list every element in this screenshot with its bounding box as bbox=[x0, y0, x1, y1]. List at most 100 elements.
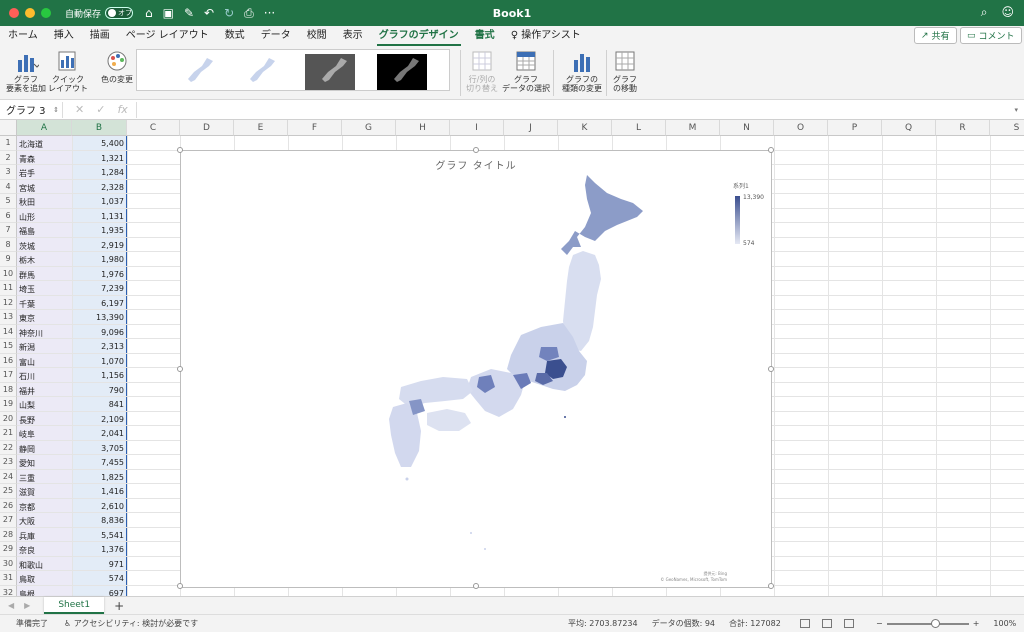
chart-style-3[interactable] bbox=[305, 54, 355, 90]
autosave-toggle[interactable]: オフ bbox=[105, 7, 134, 19]
cell-value[interactable]: 1,935 bbox=[73, 226, 124, 235]
row-header[interactable]: 16 bbox=[0, 353, 17, 368]
row-header[interactable]: 24 bbox=[0, 469, 17, 484]
column-header-p[interactable]: P bbox=[828, 120, 882, 136]
cell-prefecture[interactable]: 京都 bbox=[19, 502, 35, 513]
cell-prefecture[interactable]: 奈良 bbox=[19, 545, 35, 556]
select-data-button[interactable]: グラフ データの選択 bbox=[502, 50, 550, 93]
cell-prefecture[interactable]: 秋田 bbox=[19, 197, 35, 208]
sheet-tab-sheet1[interactable]: Sheet1 bbox=[44, 597, 105, 614]
chart-style-1[interactable] bbox=[171, 54, 221, 90]
row-header[interactable]: 30 bbox=[0, 556, 17, 571]
cell-value[interactable]: 1,980 bbox=[73, 255, 124, 264]
previous-sheet-icon[interactable]: ◀ bbox=[8, 601, 14, 610]
cell-value[interactable]: 3,705 bbox=[73, 444, 124, 453]
cell-prefecture[interactable]: 長野 bbox=[19, 415, 35, 426]
cell-prefecture[interactable]: 富山 bbox=[19, 357, 35, 368]
cell-prefecture[interactable]: 岩手 bbox=[19, 168, 35, 179]
cell-prefecture[interactable]: 北海道 bbox=[19, 139, 43, 150]
more-icon[interactable]: ··· bbox=[264, 6, 275, 21]
cell-value[interactable]: 8,836 bbox=[73, 516, 124, 525]
cell-prefecture[interactable]: 島根 bbox=[19, 589, 35, 597]
cell-value[interactable]: 1,070 bbox=[73, 357, 124, 366]
column-header-q[interactable]: Q bbox=[882, 120, 936, 136]
autosave-control[interactable]: 自動保存 オフ bbox=[65, 7, 134, 20]
row-header[interactable]: 19 bbox=[0, 397, 17, 412]
column-header-j[interactable]: J bbox=[504, 120, 558, 136]
cell-prefecture[interactable]: 静岡 bbox=[19, 444, 35, 455]
print-icon[interactable]: ⎙ bbox=[244, 6, 254, 21]
cell-value[interactable]: 1,131 bbox=[73, 212, 124, 221]
tab-chart-design[interactable]: グラフのデザイン bbox=[371, 26, 467, 46]
column-header-f[interactable]: F bbox=[288, 120, 342, 136]
cell-value[interactable]: 1,321 bbox=[73, 154, 124, 163]
cell-prefecture[interactable]: 大阪 bbox=[19, 516, 35, 527]
zoom-slider[interactable] bbox=[886, 618, 969, 628]
column-header-b[interactable]: B bbox=[72, 120, 127, 136]
column-header-r[interactable]: R bbox=[936, 120, 990, 136]
cell-value[interactable]: 7,455 bbox=[73, 458, 124, 467]
row-header[interactable]: 27 bbox=[0, 513, 17, 528]
cell-value[interactable]: 2,610 bbox=[73, 502, 124, 511]
cell-value[interactable]: 1,825 bbox=[73, 473, 124, 482]
column-header-e[interactable]: E bbox=[234, 120, 288, 136]
undo-icon[interactable]: ↶ bbox=[204, 6, 214, 21]
column-header-h[interactable]: H bbox=[396, 120, 450, 136]
fx-icon[interactable]: fx bbox=[117, 103, 127, 116]
cell-value[interactable]: 1,376 bbox=[73, 545, 124, 554]
row-header[interactable]: 14 bbox=[0, 324, 17, 339]
row-header[interactable]: 6 bbox=[0, 208, 17, 223]
row-header[interactable]: 5 bbox=[0, 194, 17, 209]
formula-expand-icon[interactable]: ▾ bbox=[1014, 106, 1018, 114]
column-header-n[interactable]: N bbox=[720, 120, 774, 136]
cell-prefecture[interactable]: 埼玉 bbox=[19, 284, 35, 295]
cell-prefecture[interactable]: 宮城 bbox=[19, 183, 35, 194]
cell-prefecture[interactable]: 新潟 bbox=[19, 342, 35, 353]
row-header[interactable]: 13 bbox=[0, 310, 17, 325]
move-chart-button[interactable]: グラフ の移動 bbox=[613, 50, 637, 93]
cell-value[interactable]: 790 bbox=[73, 386, 124, 395]
redo-icon[interactable]: ↻ bbox=[224, 6, 234, 21]
zoom-in-icon[interactable]: + bbox=[973, 619, 980, 628]
cell-prefecture[interactable]: 神奈川 bbox=[19, 328, 43, 339]
cell-prefecture[interactable]: 群馬 bbox=[19, 270, 35, 281]
zoom-window-button[interactable] bbox=[41, 8, 51, 18]
row-header[interactable]: 31 bbox=[0, 571, 17, 586]
row-header[interactable]: 17 bbox=[0, 368, 17, 383]
add-sheet-button[interactable]: + bbox=[114, 599, 124, 613]
cell-value[interactable]: 6,197 bbox=[73, 299, 124, 308]
next-sheet-icon[interactable]: ▶ bbox=[24, 601, 30, 610]
search-icon[interactable]: ⌕ bbox=[981, 5, 988, 20]
tab-insert[interactable]: 挿入 bbox=[46, 26, 82, 46]
accessibility-status[interactable]: ♿ アクセシビリティ: 検討が必要です bbox=[64, 618, 198, 629]
cell-value[interactable]: 2,919 bbox=[73, 241, 124, 250]
add-chart-element-button[interactable]: グラフ 要素を追加 bbox=[6, 50, 46, 93]
row-header[interactable]: 26 bbox=[0, 498, 17, 513]
cell-value[interactable]: 1,156 bbox=[73, 371, 124, 380]
cell-prefecture[interactable]: 三重 bbox=[19, 473, 35, 484]
column-header-k[interactable]: K bbox=[558, 120, 612, 136]
cell-prefecture[interactable]: 東京 bbox=[19, 313, 35, 324]
cell-prefecture[interactable]: 石川 bbox=[19, 371, 35, 382]
tab-view[interactable]: 表示 bbox=[335, 26, 371, 46]
row-header[interactable]: 18 bbox=[0, 382, 17, 397]
page-break-view-icon[interactable] bbox=[844, 619, 854, 628]
column-header-m[interactable]: M bbox=[666, 120, 720, 136]
cell-value[interactable]: 1,976 bbox=[73, 270, 124, 279]
column-header-l[interactable]: L bbox=[612, 120, 666, 136]
cell-value[interactable]: 841 bbox=[73, 400, 124, 409]
cell-prefecture[interactable]: 鳥取 bbox=[19, 574, 35, 585]
column-header-d[interactable]: D bbox=[180, 120, 234, 136]
cell-value[interactable]: 5,541 bbox=[73, 531, 124, 540]
tab-formulas[interactable]: 数式 bbox=[217, 26, 253, 46]
column-header-a[interactable]: A bbox=[17, 120, 72, 136]
row-header[interactable]: 7 bbox=[0, 223, 17, 238]
tab-tell-me[interactable]: ♀ 操作アシスト bbox=[503, 26, 589, 46]
row-header[interactable]: 3 bbox=[0, 165, 17, 180]
column-header-g[interactable]: G bbox=[342, 120, 396, 136]
row-header[interactable]: 9 bbox=[0, 252, 17, 267]
column-header-s[interactable]: S bbox=[990, 120, 1024, 136]
cell-value[interactable]: 2,109 bbox=[73, 415, 124, 424]
name-box-dropdown-icon[interactable]: ⇕ bbox=[53, 106, 59, 114]
tab-draw[interactable]: 描画 bbox=[82, 26, 118, 46]
